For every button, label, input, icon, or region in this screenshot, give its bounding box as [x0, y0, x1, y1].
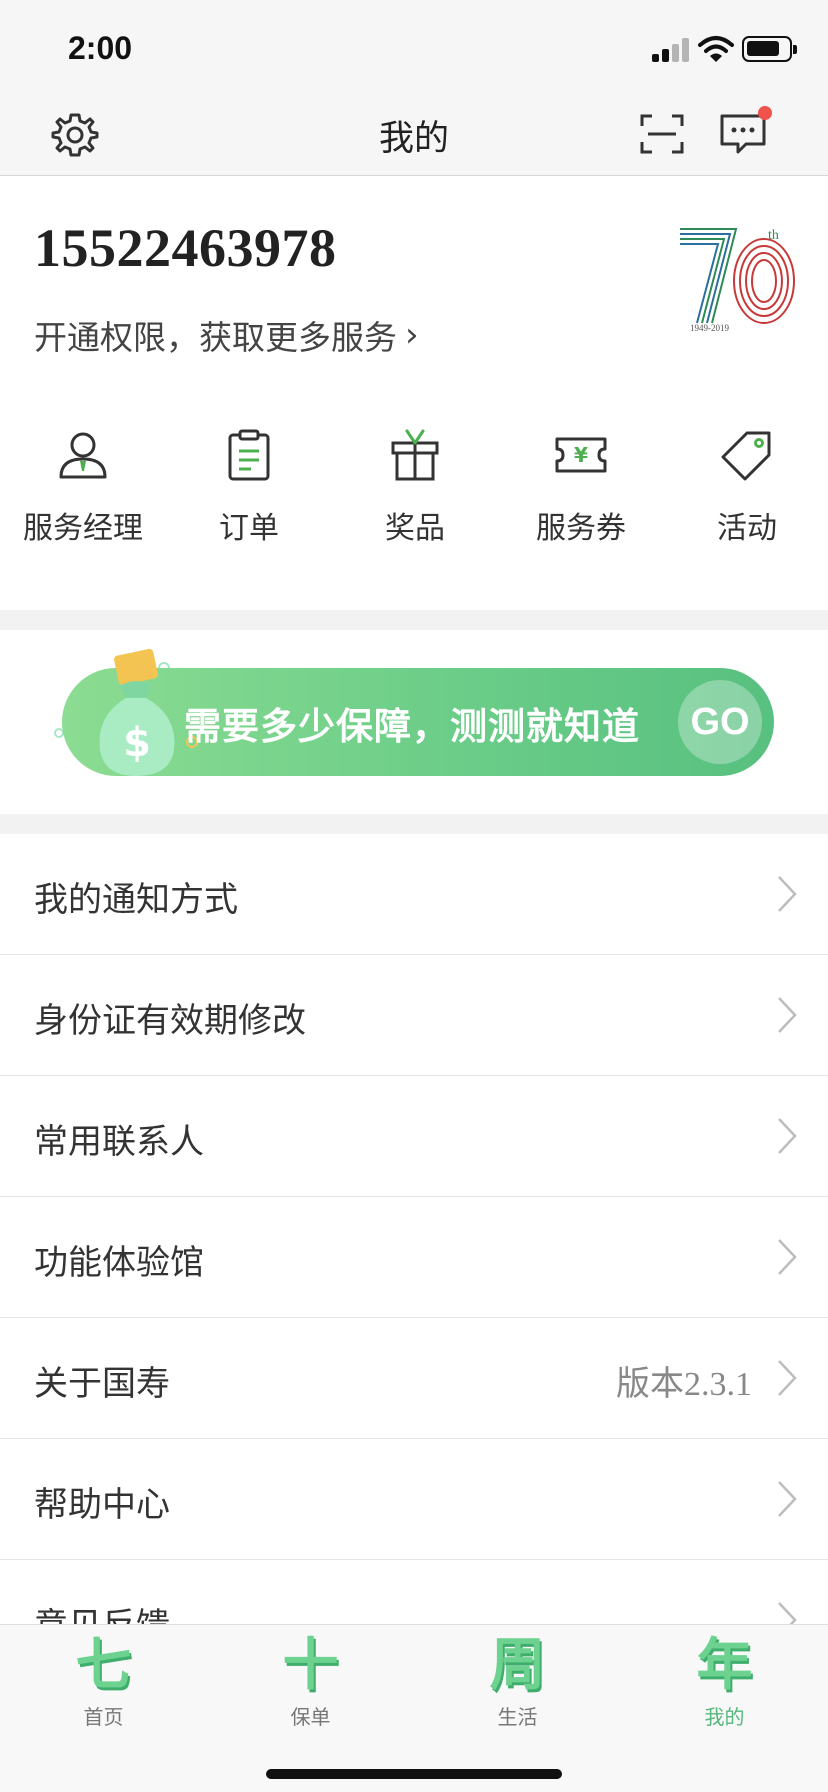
tab-home[interactable]: 七 首页 [0, 1633, 207, 1730]
gift-icon [391, 429, 439, 481]
message-button[interactable] [716, 106, 772, 160]
menu-item-feature-lab[interactable]: 功能体验馆 [0, 1197, 828, 1318]
quick-action-label: 活动 [717, 511, 777, 546]
section-divider [0, 610, 828, 630]
menu-item-contacts[interactable]: 常用联系人 [0, 1076, 828, 1197]
quick-action-label: 服务经理 [23, 511, 143, 546]
battery-icon [742, 36, 797, 62]
status-bar: 2:00 [0, 0, 828, 96]
menu-item-label: 常用联系人 [34, 1122, 204, 1162]
svg-text:$: $ [123, 720, 151, 766]
user-phone-number: 15522463978 [34, 218, 337, 278]
page-title: 我的 [378, 119, 449, 159]
profile-section: 15522463978 开通权限，获取更多服务 › th 1949-2019 服… [0, 177, 828, 607]
service-manager-icon [59, 432, 107, 479]
tag-icon [721, 431, 771, 481]
insurance-quiz-banner[interactable]: $ 需要多少保障，测测就知道 GO [62, 648, 774, 776]
menu-item-label: 身份证有效期修改 [34, 1001, 306, 1041]
chevron-right-icon [778, 1360, 797, 1396]
banner-go-button[interactable]: GO [678, 680, 762, 764]
section-divider [0, 814, 828, 834]
notification-badge [758, 106, 772, 120]
quick-action-service-manager[interactable]: 服务经理 [0, 427, 166, 547]
quick-action-label: 服务券 [536, 511, 626, 546]
banner-section: $ 需要多少保障，测测就知道 GO [0, 630, 828, 814]
chevron-right-icon: › [405, 315, 419, 355]
menu-item-help-center[interactable]: 帮助中心 [0, 1439, 828, 1560]
menu-item-label: 功能体验馆 [34, 1243, 204, 1283]
chevron-right-icon [778, 876, 797, 912]
quick-action-activities[interactable]: 活动 [664, 427, 828, 547]
bottom-tab-bar: 七 首页 十 保单 周 生活 年 我的 [0, 1624, 828, 1792]
menu-item-notification-method[interactable]: 我的通知方式 [0, 834, 828, 955]
tab-mine[interactable]: 年 我的 [621, 1633, 828, 1730]
svg-text:¥: ¥ [574, 443, 588, 467]
wifi-icon [698, 36, 734, 62]
menu-item-label: 关于国寿 [34, 1364, 170, 1404]
anniversary-superscript: th [768, 228, 779, 243]
tab-label: 我的 [704, 1705, 745, 1729]
menu-item-about[interactable]: 关于国寿 版本2.3.1 [0, 1318, 828, 1439]
menu-item-label: 我的通知方式 [34, 880, 238, 920]
tab-label: 首页 [83, 1705, 124, 1729]
banner-text: 需要多少保障，测测就知道 [184, 705, 640, 748]
tab-label: 生活 [497, 1705, 538, 1729]
tab-label: 保单 [290, 1705, 331, 1729]
menu-item-label: 帮助中心 [34, 1485, 170, 1525]
quick-action-prizes[interactable]: 奖品 [332, 427, 498, 547]
quick-action-label: 奖品 [385, 511, 445, 546]
quick-action-label: 订单 [219, 511, 279, 546]
anniversary-70-logo: th 1949-2019 [680, 228, 795, 333]
tab-policy[interactable]: 十 保单 [207, 1633, 414, 1730]
settings-menu-list: 我的通知方式 身份证有效期修改 常用联系人 功能体验馆 关于国寿 版本2.3.1… [0, 834, 828, 1681]
scan-icon[interactable] [638, 110, 686, 158]
tab-mine-icon: 年 [696, 1633, 753, 1698]
cellular-signal-icon [652, 38, 690, 62]
quick-action-order[interactable]: 订单 [166, 427, 332, 547]
upgrade-permission-link[interactable]: 开通权限，获取更多服务 › [34, 311, 419, 359]
status-time: 2:00 [68, 30, 133, 66]
quick-action-coupons[interactable]: ¥ 服务券 [498, 427, 664, 547]
upgrade-permission-text: 开通权限，获取更多服务 [34, 318, 397, 357]
home-indicator[interactable] [266, 1769, 562, 1779]
coupon-ticket-icon: ¥ [555, 437, 607, 473]
chevron-right-icon [778, 1239, 797, 1275]
app-version: 版本2.3.1 [616, 1366, 752, 1403]
menu-item-id-expiry[interactable]: 身份证有效期修改 [0, 955, 828, 1076]
nav-bar: 我的 [0, 96, 828, 176]
chevron-right-icon [778, 1118, 797, 1154]
tab-life-icon: 周 [489, 1633, 546, 1698]
order-clipboard-icon [228, 429, 270, 481]
anniversary-years: 1949-2019 [690, 323, 729, 333]
chevron-right-icon [778, 1481, 797, 1517]
quick-actions-row: 服务经理 订单 奖品 ¥ 服务券 活动 [0, 427, 828, 577]
tab-life[interactable]: 周 生活 [414, 1633, 621, 1730]
tab-home-icon: 七 [75, 1633, 132, 1698]
tab-policy-icon: 十 [282, 1633, 339, 1698]
chevron-right-icon [778, 997, 797, 1033]
